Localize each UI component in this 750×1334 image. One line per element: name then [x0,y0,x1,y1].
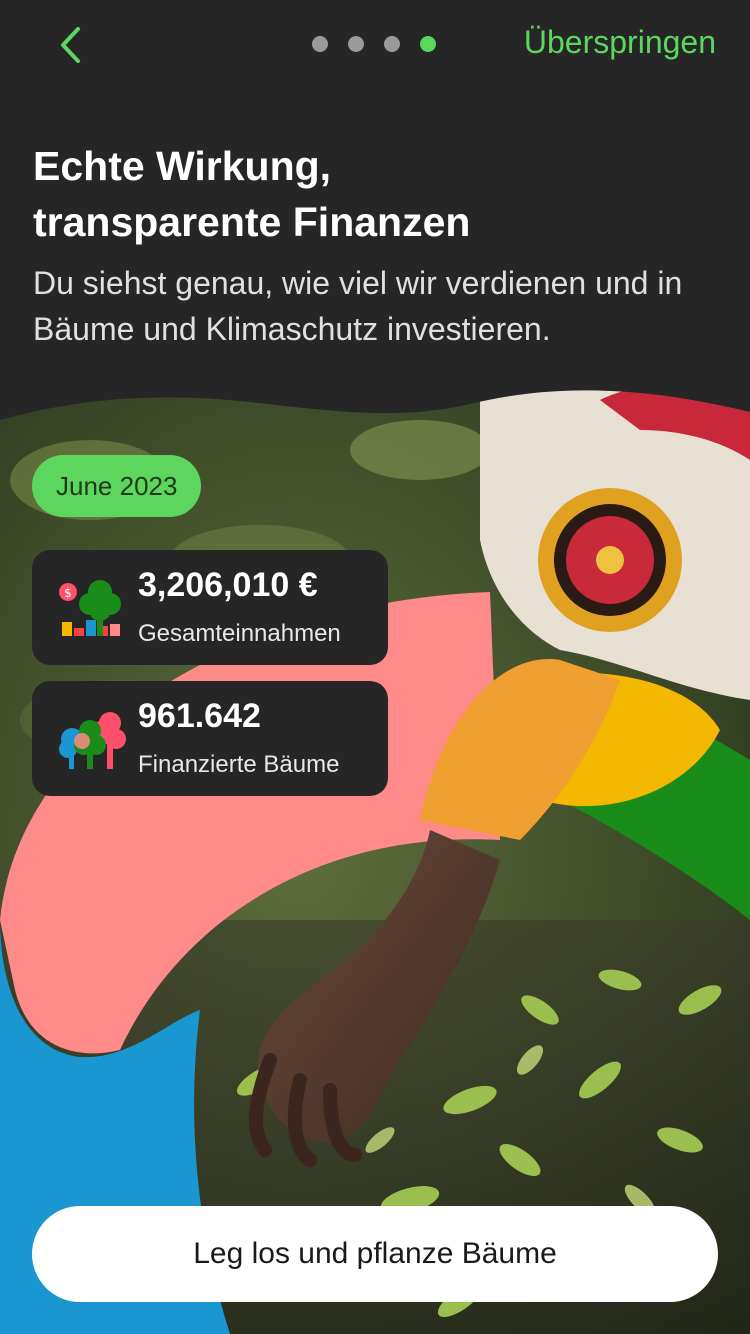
revenue-label: Gesamteinnahmen [138,620,341,647]
month-badge[interactable]: June 2023 [32,455,202,517]
chevron-left-icon [61,27,80,63]
revenue-chart-icon: $ [59,580,121,636]
page-dot-active[interactable] [420,36,436,52]
revenue-value: 3,206,010 € [138,566,318,604]
page-dot[interactable] [384,36,400,52]
svg-text:$: $ [64,586,72,600]
title-line: transparente Finanzen [33,199,471,245]
page-dot[interactable] [348,36,364,52]
skip-button[interactable]: Überspringen [524,24,716,61]
trees-card: 961.642 Finanzierte Bäume [32,681,388,796]
onboarding-screen: Überspringen Echte Wirkung, transparente… [0,0,750,1334]
page-title: Echte Wirkung, transparente Finanzen [33,138,723,250]
revenue-card: $ 3,206,010 € Gesamteinnahmen [32,550,388,665]
title-line: Echte Wirkung, [33,143,332,189]
page-indicator [312,36,436,52]
top-bar: Überspringen [0,0,750,90]
wave-divider [0,340,750,420]
start-planting-button[interactable]: Leg los und pflanze Bäume [32,1206,718,1302]
page-dot[interactable] [312,36,328,52]
trees-icon [59,712,126,769]
trees-value: 961.642 [138,697,261,735]
trees-label: Finanzierte Bäume [138,751,340,778]
page-subtitle: Du siehst genau, wie viel wir verdienen … [33,265,683,347]
back-button[interactable] [46,20,96,70]
